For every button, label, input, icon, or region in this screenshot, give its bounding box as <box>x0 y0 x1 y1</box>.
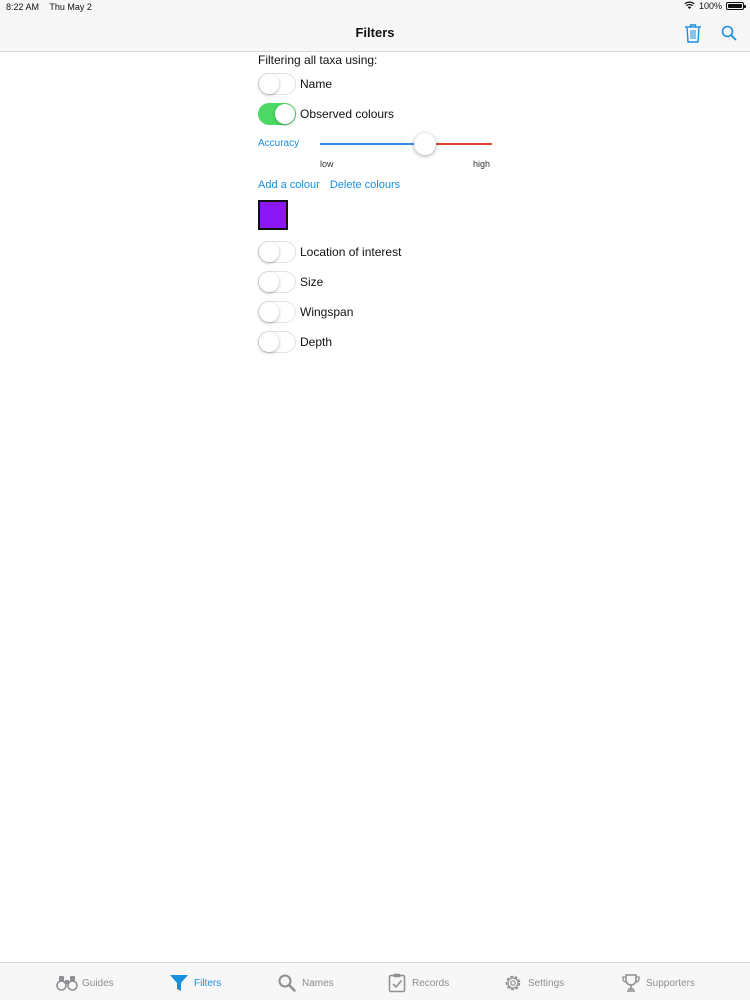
funnel-icon <box>168 972 190 994</box>
tab-settings-label: Settings <box>528 977 565 989</box>
colour-swatch[interactable] <box>258 200 288 230</box>
filter-row-size: Size <box>258 267 498 297</box>
tab-records-label: Records <box>412 977 450 989</box>
trophy-icon <box>620 972 642 994</box>
battery-percent: 100% <box>698 1 722 11</box>
toggle-knob <box>259 74 279 94</box>
filter-row-location: Location of interest <box>258 237 498 267</box>
accuracy-high-label: high <box>473 159 491 169</box>
wingspan-label: Wingspan <box>300 305 354 319</box>
name-toggle[interactable] <box>258 73 296 95</box>
trash-button[interactable] <box>682 22 704 44</box>
binoculars-icon <box>56 972 78 994</box>
depth-toggle[interactable] <box>258 331 296 353</box>
trash-icon <box>685 24 701 43</box>
tab-bar: Guides Filters Names Records Settings Su… <box>0 962 750 1000</box>
tab-names[interactable]: Names <box>276 971 334 995</box>
accuracy-slider[interactable] <box>320 133 492 155</box>
tab-records[interactable]: Records <box>386 971 449 995</box>
filter-row-depth: Depth <box>258 327 498 357</box>
gear-icon <box>502 972 524 994</box>
nav-bar: Filters <box>0 14 750 52</box>
search-icon <box>276 972 298 994</box>
filters-heading: Filtering all taxa using: <box>258 53 378 67</box>
location-label: Location of interest <box>300 245 402 259</box>
delete-colours-link[interactable]: Delete colours <box>330 179 400 191</box>
status-left: 8:22 AM Thu May 2 <box>6 2 100 12</box>
tab-supporters-label: Supporters <box>646 977 695 989</box>
status-date: Thu May 2 <box>49 2 92 12</box>
toggle-knob <box>259 332 279 352</box>
clipboard-check-icon <box>386 972 408 994</box>
filter-row-name: Name <box>258 69 498 99</box>
toggle-knob <box>259 242 279 262</box>
wingspan-toggle[interactable] <box>258 301 296 323</box>
search-button[interactable] <box>718 22 740 44</box>
accuracy-low-label: low <box>320 159 334 169</box>
location-toggle[interactable] <box>258 241 296 263</box>
tab-guides[interactable]: Guides <box>56 971 114 995</box>
filter-row-wingspan: Wingspan <box>258 297 498 327</box>
accuracy-row: Accuracy <box>258 129 498 159</box>
add-colour-link[interactable]: Add a colour <box>258 179 320 191</box>
filters-panel: Filtering all taxa using: Name Observed … <box>258 52 498 357</box>
filter-row-observed-colours: Observed colours <box>258 99 498 129</box>
observed-colours-toggle[interactable] <box>258 103 296 125</box>
size-label: Size <box>300 275 324 289</box>
colour-swatches <box>258 197 498 237</box>
tab-filters-label: Filters <box>194 977 222 989</box>
wifi-icon <box>684 1 695 11</box>
page-title: Filters <box>355 25 395 40</box>
toggle-knob <box>259 302 279 322</box>
status-bar: 8:22 AM Thu May 2 100% <box>0 0 750 14</box>
observed-colours-label: Observed colours <box>300 107 395 121</box>
tab-guides-label: Guides <box>82 977 114 989</box>
slider-thumb[interactable] <box>413 133 436 155</box>
accuracy-scale: low high <box>258 159 498 175</box>
depth-label: Depth <box>300 335 333 349</box>
status-time: 8:22 AM <box>6 2 40 12</box>
size-toggle[interactable] <box>258 271 296 293</box>
slider-track-min <box>320 143 425 145</box>
tab-supporters[interactable]: Supporters <box>620 971 695 995</box>
tab-names-label: Names <box>302 977 334 989</box>
name-label: Name <box>300 77 333 91</box>
toggle-knob <box>275 104 295 124</box>
toggle-knob <box>259 272 279 292</box>
tab-filters[interactable]: Filters <box>168 971 221 995</box>
search-icon <box>721 25 737 41</box>
tab-settings[interactable]: Settings <box>502 971 564 995</box>
colour-actions: Add a colour Delete colours <box>258 175 498 197</box>
accuracy-label: Accuracy <box>258 138 300 149</box>
battery-icon <box>726 2 746 10</box>
status-right: 100% <box>684 1 746 11</box>
